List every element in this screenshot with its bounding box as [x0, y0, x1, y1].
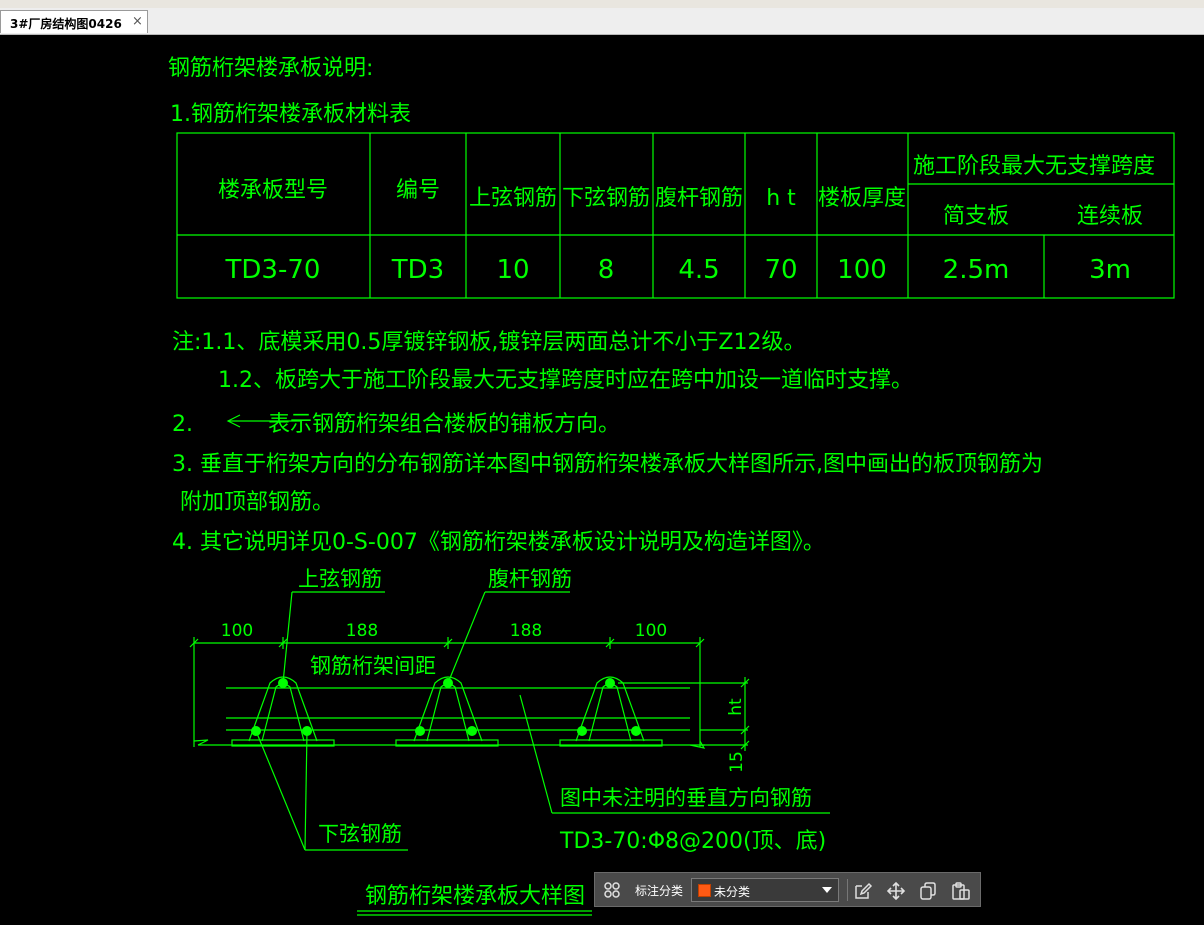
annotation-toolbar: 标注分类 未分类 — [594, 872, 981, 907]
td-web-bar: 4.5 — [678, 255, 719, 285]
paste-icon[interactable] — [951, 881, 971, 901]
td-simply-supported: 2.5m — [943, 255, 1010, 285]
note-4: 4. 其它说明详见0-S-007《钢筋桁架楼承板设计说明及构造详图》。 — [172, 530, 825, 555]
chevron-down-icon — [822, 887, 832, 893]
detail-title: 钢筋桁架楼承板大样图 — [365, 884, 585, 909]
td-code: TD3 — [391, 255, 444, 285]
drawing-canvas[interactable]: 钢筋桁架楼承板说明: 1.钢筋桁架楼承板材料表 楼承板型号 编号 上弦钢筋 下弦… — [0, 35, 1204, 925]
note-3: 3. 垂直于桁架方向的分布钢筋详本图中钢筋桁架楼承板大样图所示,图中画出的板顶钢… — [172, 452, 1043, 477]
label-bottom-chord: 下弦钢筋 — [318, 822, 402, 846]
dim-3: 188 — [510, 621, 542, 641]
cad-drawing: 钢筋桁架楼承板说明: 1.钢筋桁架楼承板材料表 楼承板型号 编号 上弦钢筋 下弦… — [168, 56, 1175, 916]
th-web-bar: 腹杆钢筋 — [655, 186, 743, 211]
label-web-bar: 腹杆钢筋 — [488, 567, 572, 591]
th-ht: h t — [766, 186, 796, 211]
close-icon[interactable]: × — [132, 14, 143, 29]
note-1-1: 注:1.1、底模采用0.5厚镀锌钢板,镀锌层两面总计不小于Z12级。 — [172, 330, 805, 355]
note-1-2: 1.2、板跨大于施工阶段最大无支撑跨度时应在跨中加设一道临时支撑。 — [218, 368, 913, 393]
annotation-category-select[interactable]: 未分类 — [691, 878, 839, 902]
td-slab-thickness: 100 — [837, 255, 887, 285]
grid-icon[interactable] — [603, 881, 621, 899]
copy-icon[interactable] — [918, 881, 938, 901]
category-selected-value: 未分类 — [714, 885, 751, 899]
dim-4: 100 — [635, 621, 667, 641]
label-truss-spacing: 钢筋桁架间距 — [310, 654, 436, 678]
th-continuous: 连续板 — [1077, 204, 1143, 229]
label-perpendicular-bars: 图中未注明的垂直方向钢筋 — [560, 786, 812, 810]
th-simply-supported: 简支板 — [943, 204, 1009, 229]
document-tab-title: 3#厂房结构图0426 — [10, 17, 122, 31]
annotation-category-label: 标注分类 — [635, 884, 684, 898]
dim-1: 100 — [221, 621, 253, 641]
td-slab-type: TD3-70 — [225, 255, 321, 285]
label-15: 15 — [727, 751, 747, 773]
th-slab-type: 楼承板型号 — [218, 178, 328, 203]
label-ht: ht — [726, 698, 746, 716]
td-continuous: 3m — [1089, 255, 1131, 285]
edit-icon[interactable] — [853, 881, 873, 901]
td-top-chord: 10 — [496, 255, 529, 285]
th-max-unsupported-span: 施工阶段最大无支撑跨度 — [913, 154, 1155, 179]
document-tab[interactable]: 3#厂房结构图0426 × — [0, 10, 148, 33]
td-ht: 70 — [764, 255, 797, 285]
dim-2: 188 — [346, 621, 378, 641]
th-top-chord: 上弦钢筋 — [469, 186, 557, 211]
th-code: 编号 — [396, 178, 440, 203]
td-bottom-chord: 8 — [598, 255, 615, 285]
move-icon[interactable] — [886, 881, 906, 901]
category-color-swatch — [698, 884, 711, 897]
toolbar-divider — [847, 879, 848, 901]
note-2-text: 表示钢筋桁架组合楼板的铺板方向。 — [268, 412, 620, 437]
th-bottom-chord: 下弦钢筋 — [562, 186, 650, 211]
notes-heading: 钢筋桁架楼承板说明: — [168, 56, 373, 81]
label-top-chord: 上弦钢筋 — [298, 567, 382, 591]
th-slab-thickness: 楼板厚度 — [818, 186, 906, 211]
section-1-title: 1.钢筋桁架楼承板材料表 — [170, 102, 411, 127]
note-3-cont: 附加顶部钢筋。 — [180, 490, 334, 515]
document-tab-bar: 3#厂房结构图0426 × — [0, 8, 1204, 35]
note-2-number: 2. — [172, 412, 193, 437]
label-perpendicular-spec: TD3-70:Φ8@200(顶、底) — [559, 829, 826, 854]
